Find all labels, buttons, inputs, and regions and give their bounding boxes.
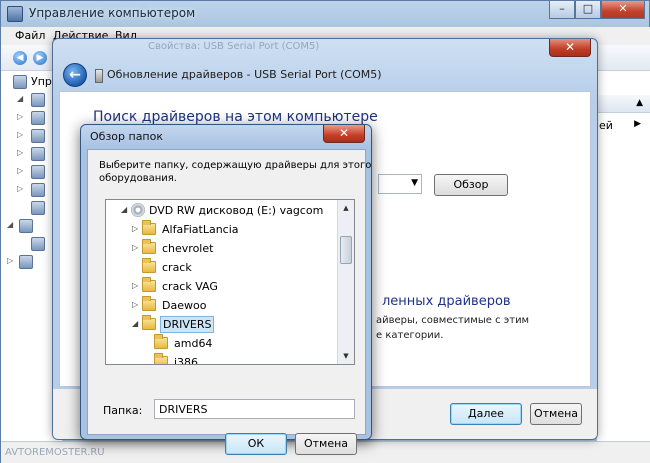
dialog-client-area: Выберите папку, содержащую драйверы для … — [87, 149, 371, 455]
scroll-thumb[interactable] — [340, 236, 352, 264]
folder-open-icon — [142, 315, 156, 330]
next-button[interactable]: Далее — [450, 403, 522, 425]
tree-item-folder[interactable]: ▷ AlfaFiatLancia — [106, 220, 338, 239]
ok-button[interactable]: ОК — [225, 433, 287, 455]
browse-folder-dialog: Обзор папок ✕ Выберите папку, содержащую… — [80, 124, 372, 455]
usb-device-icon — [95, 69, 103, 83]
computer-icon — [13, 75, 27, 89]
collapse-icon: ▲ — [636, 98, 643, 108]
submenu-arrow-icon: ▶ — [634, 119, 641, 129]
dialog-close-button[interactable]: ✕ — [323, 125, 365, 143]
disk-management-icon — [31, 237, 45, 251]
dialog-cancel-button[interactable]: Отмена — [295, 433, 357, 455]
option-description: е категории. — [376, 330, 444, 341]
wizard-header: ← Обновление драйверов - USB Serial Port… — [61, 61, 589, 91]
browse-button[interactable]: Обзор — [434, 174, 508, 196]
tree-item-folder[interactable]: ▷ crack VAG — [106, 277, 338, 296]
close-button[interactable]: ✕ — [601, 1, 645, 19]
tree-item-folder[interactable]: i386 — [106, 353, 338, 364]
wizard-close-button[interactable]: ✕ — [549, 39, 591, 57]
performance-icon — [31, 183, 45, 197]
dialog-title: Обзор папок — [90, 130, 163, 143]
dialog-prompt: Выберите папку, содержащую драйверы для … — [99, 160, 372, 171]
back-button[interactable]: ← — [63, 63, 87, 87]
tree-item-folder[interactable]: amd64 — [106, 334, 338, 353]
cm-actions-pane: ▲ ей ▶ — [597, 71, 650, 463]
chevron-down-icon: ▼ — [411, 178, 418, 188]
shared-folders-icon — [31, 147, 45, 161]
wizard-title: Обновление драйверов - USB Serial Port (… — [107, 68, 382, 81]
services-icon — [19, 255, 33, 269]
tree-item-dvd-drive[interactable]: ◢ DVD RW дисковод (E:) vagcom — [106, 201, 338, 220]
folder-icon — [142, 296, 156, 311]
storage-icon — [19, 219, 33, 233]
folder-icon — [142, 258, 156, 273]
tree-item-folder[interactable]: ▷ Daewoo — [106, 296, 338, 315]
tools-icon — [31, 93, 45, 107]
scroll-down-icon[interactable]: ▼ — [338, 348, 354, 364]
forward-arrow-icon[interactable]: ▶ — [33, 51, 47, 65]
folder-icon — [142, 220, 156, 235]
option-description: айверы, совместимые с этим — [376, 315, 530, 326]
more-actions-label[interactable]: ей — [599, 119, 613, 132]
scroll-up-icon[interactable]: ▲ — [338, 200, 354, 216]
folder-icon — [154, 334, 168, 349]
menu-file[interactable]: Файл — [15, 29, 45, 42]
pick-from-list-option[interactable]: ленных драйверов — [382, 294, 511, 309]
disc-icon — [131, 203, 145, 217]
event-viewer-icon — [31, 129, 45, 143]
wizard-cancel-button[interactable]: Отмена — [530, 403, 582, 425]
cm-titlebar: Управление компьютером – □ ✕ — [1, 1, 650, 27]
maximize-button[interactable]: □ — [575, 1, 601, 19]
minimize-button[interactable]: – — [549, 1, 575, 19]
folder-field-label: Папка: — [103, 404, 143, 417]
device-manager-icon — [31, 201, 45, 215]
computer-management-icon — [7, 6, 23, 22]
tree-scrollbar[interactable]: ▲ ▼ — [337, 200, 354, 364]
wizard-ghost-title: Свойства: USB Serial Port (COM5) — [148, 41, 320, 52]
cm-window-title: Управление компьютером — [29, 6, 196, 20]
cm-caption-buttons: – □ ✕ — [549, 1, 645, 19]
clock-icon — [31, 111, 45, 125]
users-icon — [31, 165, 45, 179]
wizard-heading: Поиск драйверов на этом компьютере — [93, 109, 378, 125]
actions-header[interactable]: ▲ — [597, 95, 650, 113]
back-arrow-icon[interactable]: ◀ — [13, 51, 27, 65]
folder-icon — [154, 353, 168, 364]
folder-icon — [142, 239, 156, 254]
tree-item-drivers-selected[interactable]: ◢ DRIVERS — [106, 315, 338, 334]
folder-icon — [142, 277, 156, 292]
watermark: AVTOREMOSTER.RU — [5, 447, 105, 458]
dialog-prompt: оборудования. — [99, 173, 177, 184]
folder-input[interactable] — [154, 399, 355, 419]
folder-tree[interactable]: ◢ DVD RW дисковод (E:) vagcom ▷ AlfaFiat… — [105, 199, 355, 365]
tree-item-folder[interactable]: crack — [106, 258, 338, 277]
tree-item-folder[interactable]: ▷ chevrolet — [106, 239, 338, 258]
driver-path-combobox[interactable]: ▼ — [378, 174, 422, 194]
